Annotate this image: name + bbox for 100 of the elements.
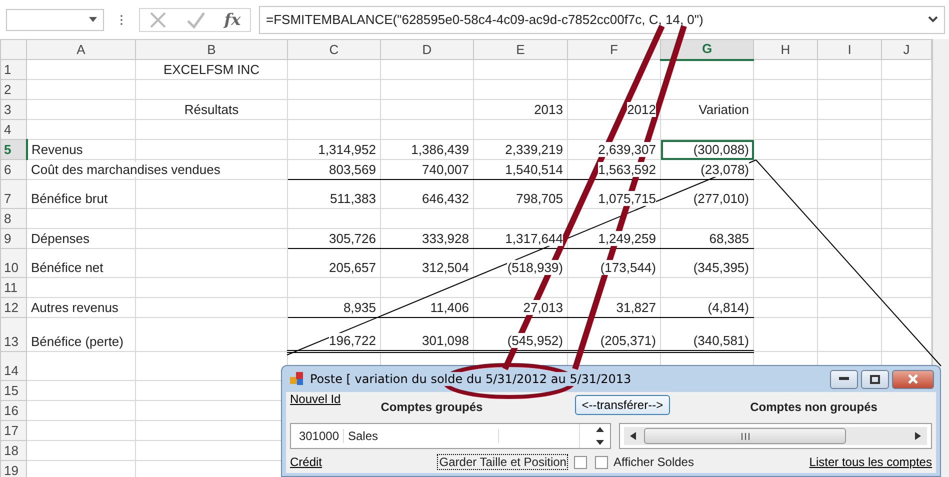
cell-text: 511,383 bbox=[330, 191, 376, 206]
cell-text: 646,432 bbox=[422, 191, 469, 206]
minimize-icon bbox=[839, 377, 849, 381]
horizontal-scrollbar[interactable] bbox=[624, 427, 927, 445]
cell-text: 8,935 bbox=[343, 300, 376, 315]
grip-icon bbox=[740, 432, 750, 440]
cell-text: 312,504 bbox=[422, 260, 469, 275]
cell-text: 333,928 bbox=[422, 231, 469, 246]
minimize-button[interactable] bbox=[830, 370, 858, 388]
row-header[interactable]: 19 bbox=[0, 460, 26, 477]
formula-field[interactable]: =FSMITEMBALANCE("628595e0-58c4-4c09-ac9d-c7852cc00f7c, C, 14, 0") bbox=[259, 6, 945, 34]
column-header[interactable]: I bbox=[818, 40, 882, 60]
row-header[interactable]: 15 bbox=[0, 380, 26, 400]
cell-text: (4,814) bbox=[708, 300, 749, 315]
transfer-button[interactable]: <--transférer--> bbox=[574, 395, 670, 415]
cell-text: Bénéfice net bbox=[31, 260, 104, 275]
cell-text: Bénéfice (perte) bbox=[31, 334, 124, 349]
cell-text: Variation bbox=[698, 102, 749, 117]
cell-text: 196,722 bbox=[329, 333, 376, 348]
row-header[interactable]: 9 bbox=[0, 228, 26, 248]
cell-text: 1,540,514 bbox=[505, 162, 563, 177]
cell-text: 1,249,259 bbox=[598, 231, 656, 246]
cell-text: (345,395) bbox=[693, 260, 749, 275]
column-header[interactable]: G bbox=[660, 40, 754, 60]
row-header[interactable]: 12 bbox=[0, 298, 26, 318]
column-header[interactable]: J bbox=[882, 40, 932, 60]
scroll-left-icon[interactable] bbox=[630, 432, 636, 440]
column-header[interactable]: A bbox=[26, 40, 136, 60]
cell-text: 31,827 bbox=[616, 300, 656, 315]
more-icon[interactable] bbox=[120, 14, 123, 26]
row-header[interactable]: 5 bbox=[0, 140, 26, 160]
cell-text: 740,007 bbox=[422, 162, 469, 177]
row-header[interactable]: 6 bbox=[0, 160, 26, 180]
row-header[interactable]: 17 bbox=[0, 420, 26, 440]
cell-text: 1,317,644 bbox=[505, 231, 563, 246]
cell-text: 11,406 bbox=[430, 300, 469, 315]
cell-text: Autres revenus bbox=[31, 300, 118, 315]
insert-function-button[interactable]: fx bbox=[224, 10, 241, 29]
check-icon[interactable] bbox=[186, 10, 206, 28]
cell-text: 1,314,952 bbox=[318, 142, 376, 157]
list-all-accounts-link[interactable]: Lister tous les comptes bbox=[809, 455, 932, 469]
cancel-icon[interactable] bbox=[149, 10, 168, 28]
column-header[interactable]: C bbox=[288, 40, 380, 60]
new-id-link[interactable]: Nouvel Id bbox=[290, 392, 341, 406]
cell-text: 803,569 bbox=[329, 162, 376, 177]
column-header[interactable]: D bbox=[380, 40, 474, 60]
cell-text: Bénéfice brut bbox=[31, 191, 108, 206]
show-balances-checkbox[interactable] bbox=[595, 456, 608, 468]
row-header[interactable]: 14 bbox=[0, 352, 26, 380]
cell-text: EXCELFSM INC bbox=[163, 62, 260, 77]
cell-text: 1,386,439 bbox=[411, 142, 469, 157]
cell-text: (173,544) bbox=[600, 260, 656, 275]
row-header[interactable]: 16 bbox=[0, 400, 26, 420]
row-header[interactable]: 1 bbox=[0, 60, 26, 80]
credit-link[interactable]: Crédit bbox=[290, 455, 322, 469]
cell-text: (518,939) bbox=[507, 260, 563, 275]
account-name-cell: Sales bbox=[344, 429, 499, 443]
cell-text: 1,075,715 bbox=[598, 191, 656, 206]
show-balances-label[interactable]: Afficher Soldes bbox=[613, 455, 694, 469]
grouped-accounts-heading: Comptes groupés bbox=[380, 400, 483, 414]
cell-text: 301,098 bbox=[422, 333, 469, 348]
expand-icon[interactable] bbox=[928, 16, 938, 23]
cell-text: Résultats bbox=[184, 102, 239, 117]
cell-text: Dépenses bbox=[31, 231, 90, 246]
keep-size-label[interactable]: Garder Taille et Position bbox=[437, 454, 568, 470]
dialog-title: Poste [ variation du solde du 5/31/2012 au 5/31/2013 bbox=[310, 372, 632, 386]
column-header[interactable]: B bbox=[136, 40, 288, 60]
close-button[interactable] bbox=[892, 370, 934, 388]
column-header[interactable]: F bbox=[568, 40, 660, 60]
cell-text: 68,385 bbox=[709, 231, 749, 246]
cell-text: 305,726 bbox=[329, 231, 376, 246]
dropdown-icon[interactable] bbox=[89, 17, 97, 22]
close-icon bbox=[908, 374, 918, 384]
cell-text: 27,013 bbox=[523, 300, 563, 315]
row-header[interactable]: 18 bbox=[0, 440, 26, 460]
cell-text: 2,339,219 bbox=[505, 142, 563, 157]
grouped-accounts-grid[interactable]: 301000 Sales bbox=[290, 423, 611, 449]
column-header[interactable]: E bbox=[474, 40, 568, 60]
keep-size-checkbox[interactable] bbox=[574, 456, 588, 468]
cell-text: (205,371) bbox=[600, 333, 656, 348]
row-header[interactable]: 2 bbox=[0, 80, 26, 100]
row-header[interactable]: 8 bbox=[0, 208, 26, 228]
scrollbar-thumb[interactable] bbox=[644, 428, 846, 444]
maximize-button[interactable] bbox=[861, 370, 889, 388]
row-header[interactable]: 4 bbox=[0, 120, 26, 140]
app-icon bbox=[290, 372, 304, 386]
row-header[interactable]: 7 bbox=[0, 180, 26, 208]
ungrouped-accounts-heading: Comptes non groupés bbox=[750, 400, 878, 414]
row-header[interactable]: 11 bbox=[0, 278, 26, 298]
maximize-icon bbox=[870, 374, 880, 384]
row-header[interactable]: 10 bbox=[0, 248, 26, 278]
cell-text: 1,563,592 bbox=[598, 162, 656, 177]
cell-text: (300,088) bbox=[693, 142, 749, 157]
column-header[interactable]: H bbox=[754, 40, 818, 60]
scroll-right-icon[interactable] bbox=[915, 432, 921, 440]
cell-text: 2013 bbox=[534, 102, 563, 117]
row-header[interactable]: 13 bbox=[0, 318, 26, 352]
cell-text: (277,010) bbox=[693, 191, 749, 206]
cell-text: (340,581) bbox=[693, 333, 749, 348]
row-header[interactable]: 3 bbox=[0, 100, 26, 120]
